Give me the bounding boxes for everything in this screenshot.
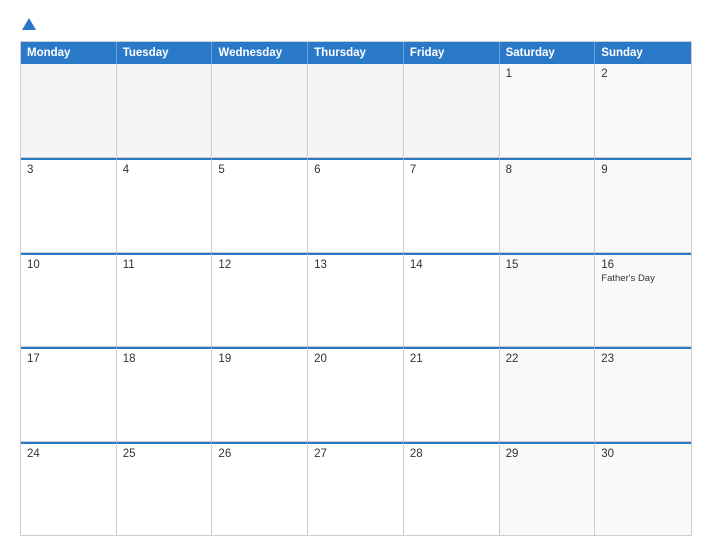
day-number: 15 xyxy=(506,259,589,271)
calendar-cell: 26 xyxy=(212,442,308,535)
day-number: 13 xyxy=(314,259,397,271)
calendar-row-4: 24 25 26 27 28 29 30 xyxy=(21,442,691,535)
calendar-cell: 2 xyxy=(595,64,691,157)
day-number: 19 xyxy=(218,353,301,365)
calendar-cell: 8 xyxy=(500,158,596,251)
day-number: 5 xyxy=(218,164,301,176)
day-number: 26 xyxy=(218,448,301,460)
day-number: 22 xyxy=(506,353,589,365)
calendar-cell: 16 Father's Day xyxy=(595,253,691,346)
calendar-row-1: 3456789 xyxy=(21,158,691,252)
calendar-cell: 15 xyxy=(500,253,596,346)
day-number: 3 xyxy=(27,164,110,176)
calendar-cell: 11 xyxy=(117,253,213,346)
calendar-cell: 24 xyxy=(21,442,117,535)
calendar-cell: 5 xyxy=(212,158,308,251)
calendar-cell: 14 xyxy=(404,253,500,346)
day-number: 4 xyxy=(123,164,206,176)
header-cell-tuesday: Tuesday xyxy=(117,42,213,64)
calendar-cell: 25 xyxy=(117,442,213,535)
header-cell-friday: Friday xyxy=(404,42,500,64)
calendar-cell: 3 xyxy=(21,158,117,251)
calendar-cell: 19 xyxy=(212,347,308,440)
calendar-cell: 17 xyxy=(21,347,117,440)
header-cell-thursday: Thursday xyxy=(308,42,404,64)
calendar-cell: 6 xyxy=(308,158,404,251)
day-number: 14 xyxy=(410,259,493,271)
day-number: 21 xyxy=(410,353,493,365)
logo-triangle-icon xyxy=(22,18,36,30)
day-number: 29 xyxy=(506,448,589,460)
header-cell-sunday: Sunday xyxy=(595,42,691,64)
day-number: 10 xyxy=(27,259,110,271)
calendar-cell: 18 xyxy=(117,347,213,440)
calendar-row-2: 10 11 12 13 14 15 16 Father's Day xyxy=(21,253,691,347)
calendar-cell: 27 xyxy=(308,442,404,535)
day-number: 27 xyxy=(314,448,397,460)
day-number: 9 xyxy=(601,164,685,176)
calendar-cell: 21 xyxy=(404,347,500,440)
calendar-cell xyxy=(21,64,117,157)
day-number: 1 xyxy=(506,68,589,80)
page: MondayTuesdayWednesdayThursdayFridaySatu… xyxy=(0,0,712,550)
calendar-cell: 28 xyxy=(404,442,500,535)
calendar-cell: 22 xyxy=(500,347,596,440)
header-cell-wednesday: Wednesday xyxy=(212,42,308,64)
calendar-cell xyxy=(117,64,213,157)
day-number: 25 xyxy=(123,448,206,460)
header-cell-monday: Monday xyxy=(21,42,117,64)
day-number: 23 xyxy=(601,353,685,365)
day-number: 12 xyxy=(218,259,301,271)
day-number: 18 xyxy=(123,353,206,365)
calendar-cell: 29 xyxy=(500,442,596,535)
calendar-row-3: 17 18 19 20 21 22 23 xyxy=(21,347,691,441)
day-number: 24 xyxy=(27,448,110,460)
calendar-cell xyxy=(404,64,500,157)
calendar: MondayTuesdayWednesdayThursdayFridaySatu… xyxy=(20,41,692,536)
day-number: 2 xyxy=(601,68,685,80)
day-number: 28 xyxy=(410,448,493,460)
day-number: 16 xyxy=(601,259,685,271)
calendar-row-0: 12 xyxy=(21,64,691,158)
day-number: 7 xyxy=(410,164,493,176)
calendar-cell: 4 xyxy=(117,158,213,251)
day-number: 6 xyxy=(314,164,397,176)
calendar-cell: 7 xyxy=(404,158,500,251)
day-number: 8 xyxy=(506,164,589,176)
calendar-cell xyxy=(212,64,308,157)
day-number: 17 xyxy=(27,353,110,365)
logo xyxy=(20,18,36,31)
calendar-cell: 30 xyxy=(595,442,691,535)
calendar-cell: 10 xyxy=(21,253,117,346)
calendar-cell: 20 xyxy=(308,347,404,440)
header xyxy=(20,18,692,31)
header-cell-saturday: Saturday xyxy=(500,42,596,64)
day-number: 30 xyxy=(601,448,685,460)
calendar-body: 12345678910111213141516Father's Day17181… xyxy=(21,64,691,535)
day-number: 11 xyxy=(123,259,206,271)
day-event: Father's Day xyxy=(601,273,685,284)
calendar-cell: 12 xyxy=(212,253,308,346)
calendar-cell: 23 xyxy=(595,347,691,440)
calendar-cell: 1 xyxy=(500,64,596,157)
calendar-cell: 13 xyxy=(308,253,404,346)
calendar-cell xyxy=(308,64,404,157)
day-number: 20 xyxy=(314,353,397,365)
calendar-cell: 9 xyxy=(595,158,691,251)
calendar-header: MondayTuesdayWednesdayThursdayFridaySatu… xyxy=(21,42,691,64)
